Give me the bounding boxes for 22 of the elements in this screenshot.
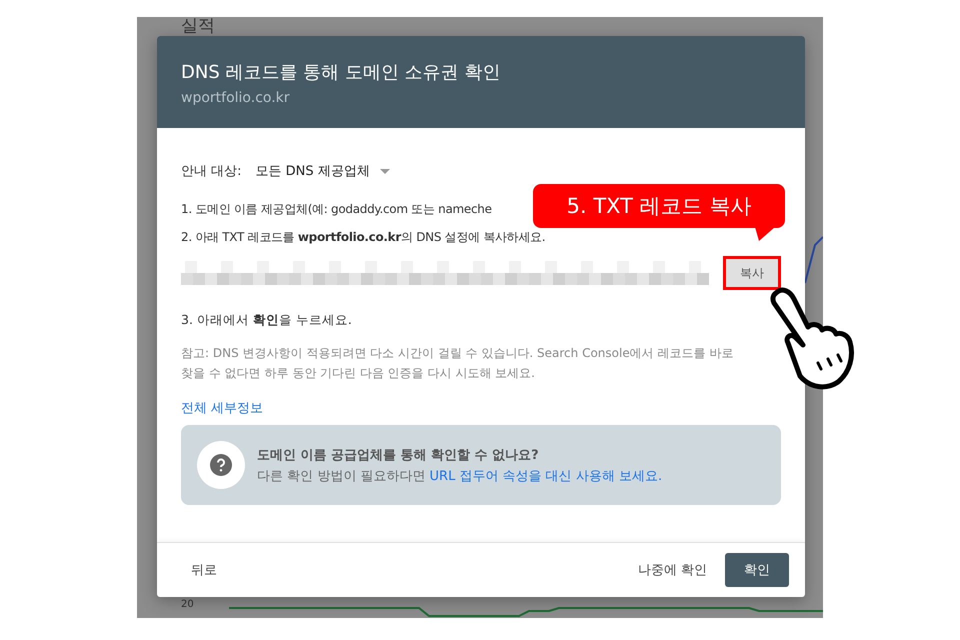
help-text: 다른 확인 방법이 필요하다면 URL 접두어 속성을 대신 사용해 보세요.: [257, 468, 662, 484]
note-text: 참고: DNS 변경사항이 적용되려면 다소 시간이 걸릴 수 있습니다. Search Console에서 레코드를 바로 찾을 수 없다면 하루 동안 기다린 다음 인증을 다시 시도해 보세요.: [181, 345, 734, 382]
trend-line-icon: [805, 235, 823, 285]
domain-subtitle: wportfolio.co.kr: [181, 90, 291, 106]
confirm-button[interactable]: 확인: [725, 553, 789, 587]
instruction-step: 3. 아래에서 확인을 누르세요.: [181, 312, 781, 329]
help-title: 도메인 이름 공급업체를 통해 확인할 수 없나요?: [257, 446, 540, 464]
details-link[interactable]: 전체 세부정보: [181, 399, 781, 417]
callout-tail-icon: [755, 227, 775, 241]
dialog-title: DNS 레코드를 통해 도메인 소유권 확인: [181, 61, 502, 84]
copy-button[interactable]: 복사: [723, 256, 781, 290]
verify-later-button[interactable]: 나중에 확인: [626, 555, 719, 585]
provider-dropdown[interactable]: 모든 DNS 제공업체: [256, 162, 390, 180]
caret-icon: [380, 168, 390, 174]
instruction-step: 1. 도메인 이름 제공업체(예: godaddy.com 또는 nameche: [181, 201, 492, 218]
instruction-step: 2. 아래 TXT 레코드를 wportfolio.co.kr의 DNS 설정에 복사하세요.: [181, 229, 546, 246]
help-icon: [210, 454, 232, 476]
page-title: 실적: [181, 17, 215, 36]
callout-bubble: 5. TXT 레코드 복사: [533, 184, 785, 228]
axis-label: 20: [181, 599, 194, 611]
back-button[interactable]: 뒤로: [179, 555, 229, 585]
guide-label: 안내 대상:: [181, 163, 242, 180]
